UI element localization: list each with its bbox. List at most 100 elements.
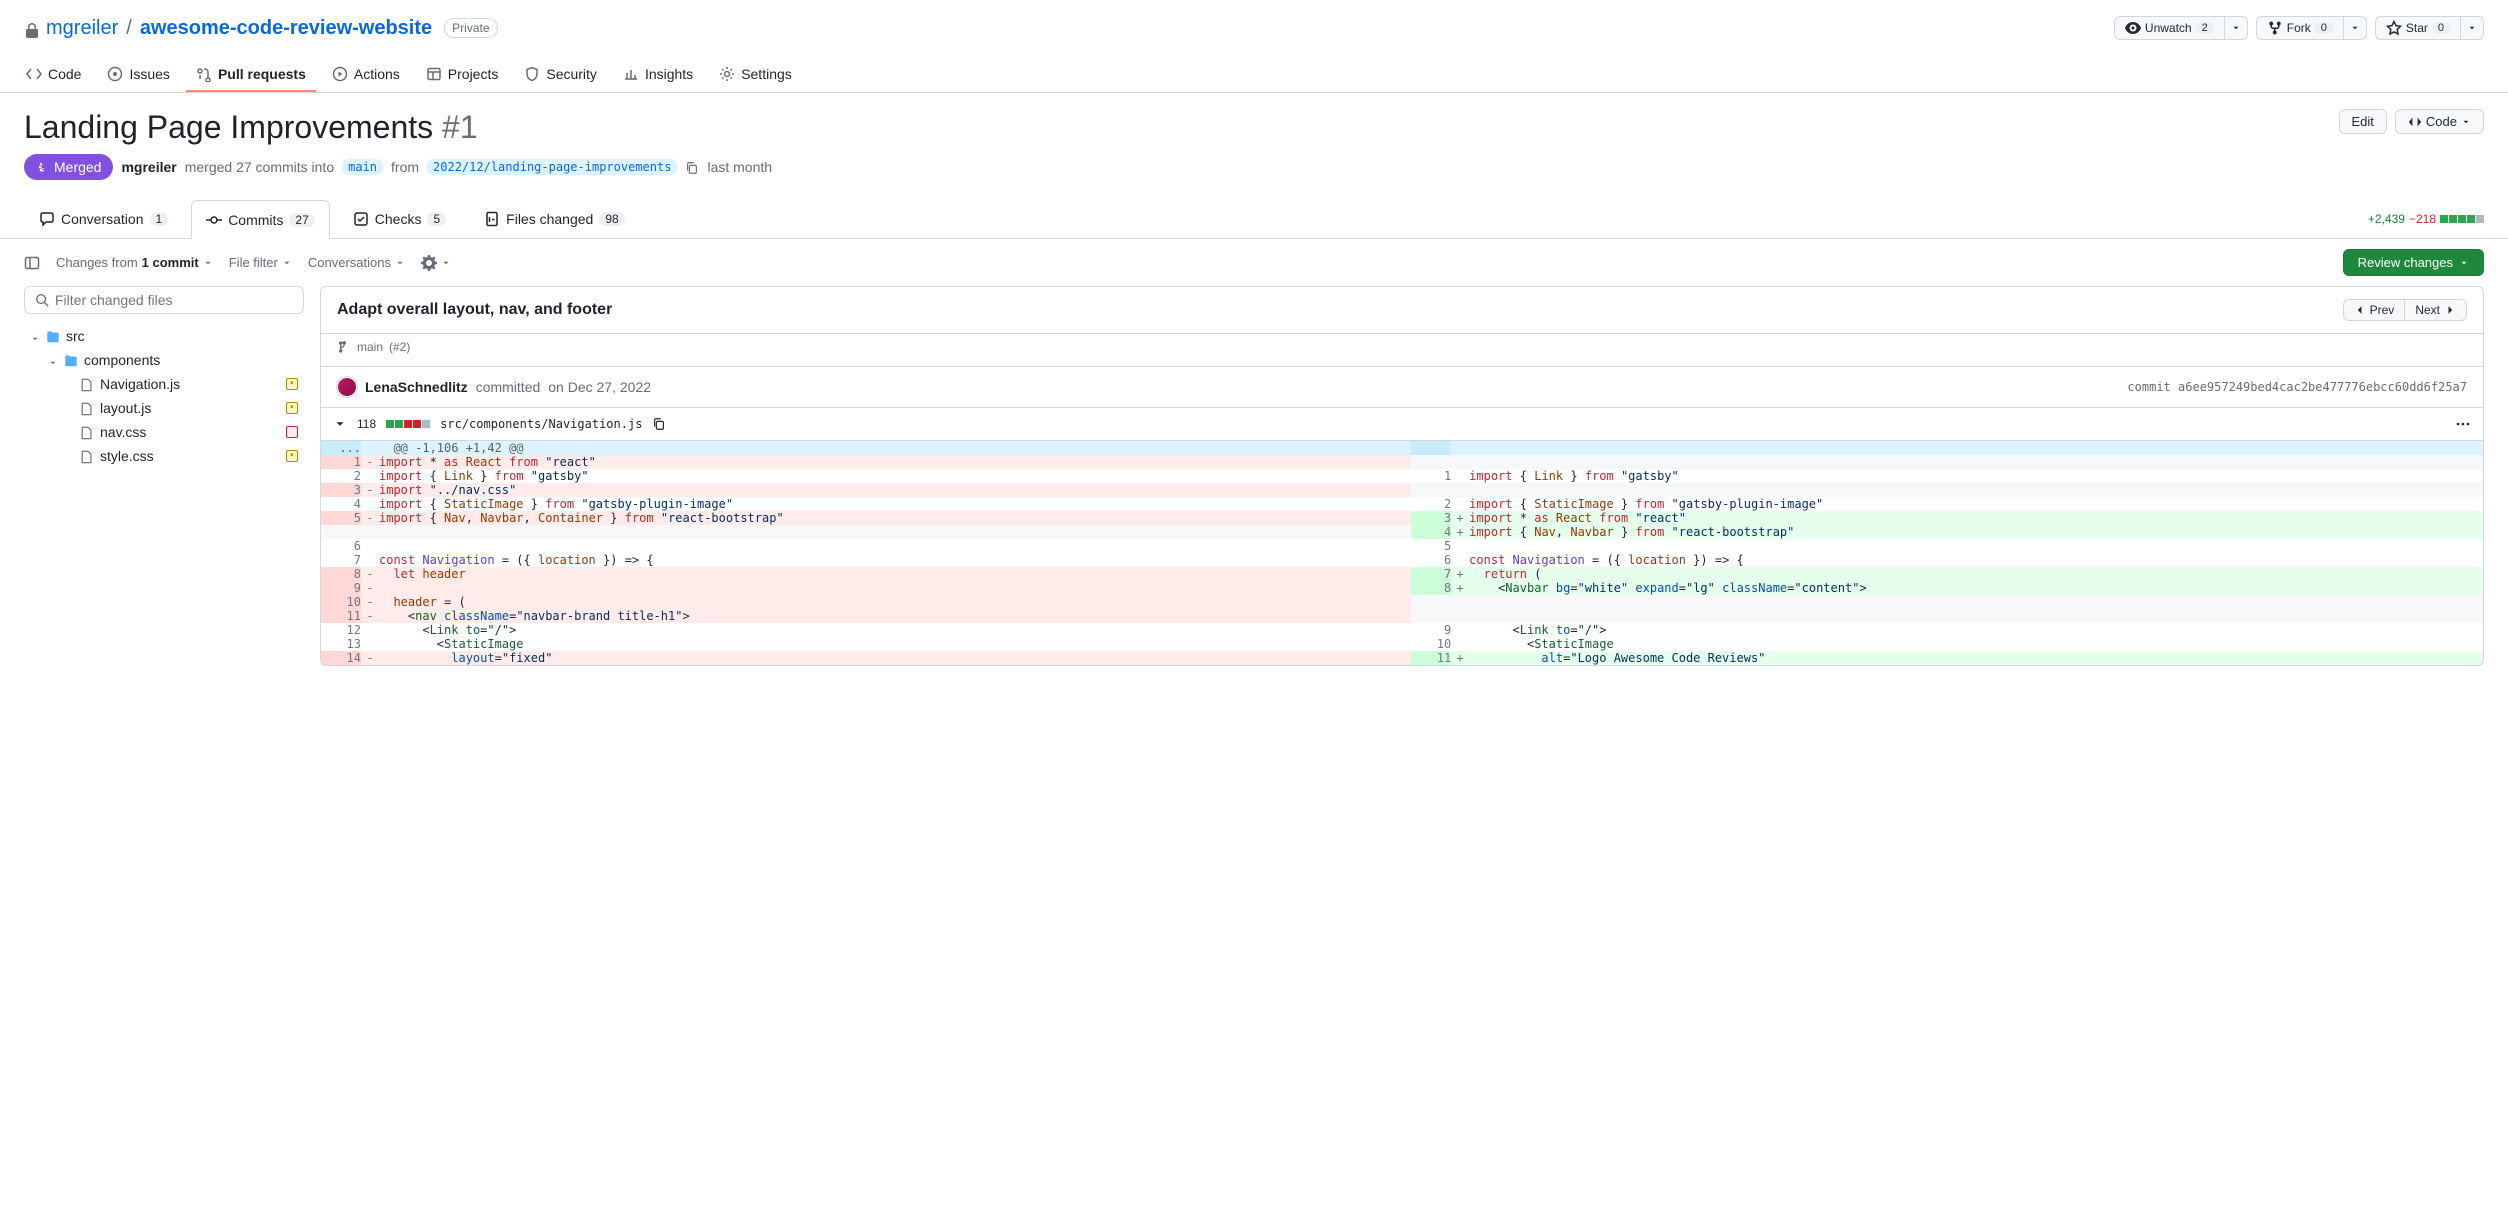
- changes-prefix: Changes from: [56, 255, 138, 270]
- diff-line[interactable]: 14- layout="fixed"11+ alt="Logo Awesome …: [321, 651, 2483, 665]
- pr-actor[interactable]: mgreiler: [121, 159, 176, 175]
- tree-file[interactable]: Navigation.js: [24, 372, 304, 396]
- chevron-down-icon: [2350, 23, 2360, 33]
- prev-commit-button[interactable]: Prev: [2343, 299, 2406, 321]
- sidebar-toggle-icon[interactable]: [24, 255, 40, 271]
- repo-tab-actions[interactable]: Actions: [322, 58, 410, 92]
- repo-tab-pulls[interactable]: Pull requests: [186, 58, 316, 92]
- next-label: Next: [2415, 303, 2440, 317]
- file-diffstat-squares: [386, 420, 430, 428]
- chevron-down-icon: [441, 258, 451, 268]
- chevron-down-icon: [203, 258, 213, 268]
- collapse-file-button[interactable]: [333, 417, 347, 431]
- commit-ref-link[interactable]: (#2): [389, 340, 410, 354]
- code-dropdown-button[interactable]: Code: [2395, 109, 2484, 134]
- file-filter-input-wrapper[interactable]: [24, 286, 304, 314]
- repo-tab-label: Settings: [741, 66, 792, 82]
- files-icon: [484, 211, 500, 227]
- head-branch[interactable]: 2022/12/landing-page-improvements: [427, 159, 677, 175]
- author-avatar[interactable]: [337, 377, 357, 397]
- tree-file[interactable]: nav.css: [24, 420, 304, 444]
- diff-line[interactable]: 9-8+ <Navbar bg="white" expand="lg" clas…: [321, 581, 2483, 595]
- commit-branch-link[interactable]: main: [357, 340, 383, 354]
- tree-folder[interactable]: components: [24, 348, 304, 372]
- diff-line[interactable]: 13 <StaticImage10 <StaticImage: [321, 637, 2483, 651]
- tree-folder[interactable]: src: [24, 324, 304, 348]
- insights-icon: [623, 66, 639, 82]
- pr-title-text: Landing Page Improvements: [24, 109, 433, 145]
- pr-tab-checks[interactable]: Checks5: [338, 200, 461, 238]
- fork-button[interactable]: Fork 0: [2256, 16, 2344, 40]
- repo-tab-projects[interactable]: Projects: [416, 58, 509, 92]
- folder-icon: [64, 352, 78, 368]
- diff-line[interactable]: 2import { Link } from "gatsby"1import { …: [321, 469, 2483, 483]
- settings-icon: [719, 66, 735, 82]
- repo-name-link[interactable]: awesome-code-review-website: [140, 17, 432, 40]
- fork-menu-button[interactable]: [2344, 16, 2367, 40]
- star-button[interactable]: Star 0: [2375, 16, 2461, 40]
- base-branch[interactable]: main: [342, 159, 383, 175]
- file-menu-button[interactable]: [2455, 416, 2471, 432]
- review-changes-button[interactable]: Review changes: [2343, 249, 2484, 276]
- changes-value: 1 commit: [142, 255, 199, 270]
- file-filter-input[interactable]: [55, 292, 293, 308]
- chevron-down-icon: [333, 417, 347, 431]
- pr-title: Landing Page Improvements #1: [24, 109, 478, 146]
- watch-button[interactable]: Unwatch 2: [2114, 16, 2225, 40]
- watch-menu-button[interactable]: [2225, 16, 2248, 40]
- eye-icon: [2125, 20, 2141, 36]
- fork-count: 0: [2315, 22, 2333, 34]
- visibility-badge: Private: [444, 18, 497, 38]
- copy-path-button[interactable]: [652, 417, 666, 431]
- diff-line[interactable]: 10- header = (: [321, 595, 2483, 609]
- file-status-modified: [286, 402, 298, 414]
- changes-from-dropdown[interactable]: Changes from 1 commit: [56, 255, 213, 270]
- repo-tab-insights[interactable]: Insights: [613, 58, 703, 92]
- pr-tab-commits[interactable]: Commits27: [191, 200, 330, 239]
- diff-line[interactable]: 4+import { Nav, Navbar } from "react-boo…: [321, 525, 2483, 539]
- file-path[interactable]: src/components/Navigation.js: [440, 417, 642, 431]
- diff-line[interactable]: 4import { StaticImage } from "gatsby-plu…: [321, 497, 2483, 511]
- edit-button[interactable]: Edit: [2339, 109, 2387, 134]
- file-status-modified: [286, 450, 298, 462]
- diff-line[interactable]: 5-import { Nav, Navbar, Container } from…: [321, 511, 2483, 525]
- repo-tab-issues[interactable]: Issues: [97, 58, 179, 92]
- author-name[interactable]: LenaSchnedlitz: [365, 379, 468, 395]
- commit-sha[interactable]: a6ee957249bed4cac2be477776ebcc60dd6f25a7: [2178, 380, 2467, 394]
- diff-line[interactable]: 3-import "../nav.css": [321, 483, 2483, 497]
- diff-line[interactable]: 65: [321, 539, 2483, 553]
- tree-file[interactable]: style.css: [24, 444, 304, 468]
- diff-settings-dropdown[interactable]: [421, 255, 451, 271]
- star-menu-button[interactable]: [2461, 16, 2484, 40]
- file-filter-dropdown[interactable]: File filter: [229, 255, 292, 270]
- pr-tab-conversation[interactable]: Conversation1: [24, 200, 183, 238]
- file-icon: [80, 376, 94, 392]
- repo-tab-code[interactable]: Code: [16, 58, 91, 92]
- chevron-down-icon: [2467, 23, 2477, 33]
- tree-item-name: nav.css: [100, 424, 146, 440]
- pr-number: #1: [442, 109, 478, 145]
- diff-line[interactable]: 11- <nav className="navbar-brand title-h…: [321, 609, 2483, 623]
- next-commit-button[interactable]: Next: [2405, 299, 2467, 321]
- tree-file[interactable]: layout.js: [24, 396, 304, 420]
- tree-item-name: style.css: [100, 448, 154, 464]
- conversations-label: Conversations: [308, 255, 391, 270]
- diff-line[interactable]: 7const Navigation = ({ location }) => {6…: [321, 553, 2483, 567]
- pr-tab-files[interactable]: Files changed98: [469, 200, 640, 238]
- repo-tab-security[interactable]: Security: [514, 58, 607, 92]
- hunk-header[interactable]: ... @@ -1,106 +1,42 @@: [321, 441, 2483, 455]
- code-icon: [26, 66, 42, 82]
- tree-item-name: Navigation.js: [100, 376, 180, 392]
- diff-line[interactable]: 12 <Link to="/">9 <Link to="/">: [321, 623, 2483, 637]
- issues-icon: [107, 66, 123, 82]
- sha-label: commit: [2127, 380, 2170, 394]
- review-changes-label: Review changes: [2358, 255, 2453, 270]
- pr-state-badge: Merged: [24, 154, 113, 180]
- repo-owner-link[interactable]: mgreiler: [46, 17, 118, 40]
- conversations-dropdown[interactable]: Conversations: [308, 255, 405, 270]
- copy-branch-icon[interactable]: [685, 159, 699, 175]
- diff-line[interactable]: 1-import * as React from "react": [321, 455, 2483, 469]
- file-icon: [80, 400, 94, 416]
- diff-line[interactable]: 8- let header7+ return (: [321, 567, 2483, 581]
- repo-tab-settings[interactable]: Settings: [709, 58, 802, 92]
